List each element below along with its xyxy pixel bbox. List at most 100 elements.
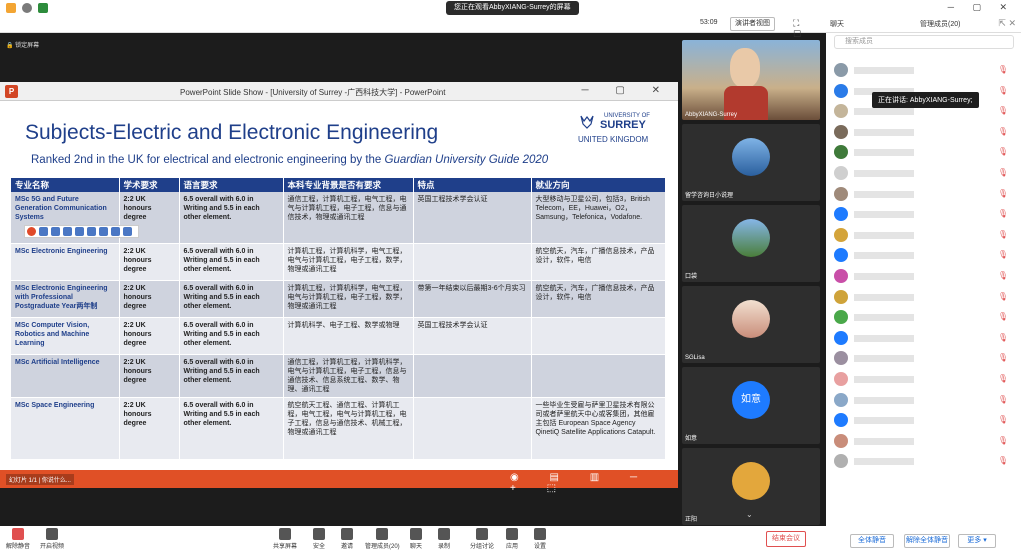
toolbar-icon [313,528,325,540]
member-row[interactable]: 🎙 [834,330,1014,345]
mic-muted-icon[interactable]: 🎙 [998,395,1008,404]
chevron-down-icon[interactable]: ⌄ [746,510,753,519]
toolbar-button[interactable]: 应用 [506,528,518,550]
toolbar-button[interactable]: 开启视频 [40,528,64,550]
keyboard-icon[interactable] [87,227,96,236]
member-row[interactable]: 🎙 [834,392,1014,407]
member-row[interactable]: 🎙 [834,166,1014,180]
member-row[interactable]: 🎙 [834,269,1014,283]
meeting-controls: 结束会议 解除静音 开启视频 共享屏幕 安全 邀请 管理成员(20) 聊天 录制 分组讨论 应用 设… [0,526,826,554]
video-tile[interactable]: 留学咨询日小说理 [682,124,820,201]
window-controls[interactable]: ─ ▢ ✕ [948,2,1015,13]
toolbar-button[interactable]: 录制 [438,528,450,550]
toolbar-label: 管理成员(20) [365,544,400,550]
member-row[interactable]: 🎙 [834,186,1014,201]
mic-muted-icon[interactable]: 🎙 [998,250,1008,259]
member-name [854,396,914,404]
end-meeting-button[interactable]: 结束会议 [766,531,806,547]
member-row[interactable]: 🎙 [834,248,1014,263]
member-search-input[interactable]: 搜索成员 [834,35,1014,49]
member-row[interactable]: 🎙 [834,145,1014,160]
eraser-icon[interactable] [99,227,108,236]
member-row[interactable]: 🎙 [834,433,1014,448]
toolbar-label: 录制 [438,544,451,550]
unmute-all-button[interactable]: 解除全体静音 [904,534,950,548]
ppt-window-controls[interactable]: ─ ▢ ✕ [582,85,672,96]
mic-muted-icon[interactable]: 🎙 [998,271,1008,280]
toolbar-button[interactable]: 分组讨论 [470,528,494,550]
member-name [854,211,914,219]
toolbar-icon [438,528,450,540]
mic-muted-icon[interactable]: 🎙 [998,106,1008,115]
toolbar-button[interactable]: 设置 [534,528,546,550]
mic-icon[interactable] [75,227,84,236]
more-button[interactable]: 更多 ▾ [958,534,996,548]
mic-muted-icon[interactable]: 🎙 [998,456,1008,465]
video-tile[interactable]: SGLisa [682,286,820,363]
mic-muted-icon[interactable]: 🎙 [998,147,1008,156]
toolbar-button[interactable]: 安全 [313,528,325,550]
shield-icon[interactable] [6,3,16,13]
speaker-view-button[interactable]: 演讲者视图 [730,17,775,31]
info-icon[interactable] [22,3,32,13]
mic-muted-icon[interactable]: 🎙 [998,127,1008,136]
mic-muted-icon[interactable]: 🎙 [998,209,1008,218]
text-icon[interactable] [63,227,72,236]
member-row[interactable]: 🎙 [834,63,1014,77]
toolbar-button[interactable]: 管理成员(20) [365,528,400,550]
tab-chat[interactable]: 聊天 [830,19,844,29]
member-row[interactable]: 🎙 [834,124,1014,139]
surrey-logo: UNIVERSITY OF SURREY UNITED KINGDOM [578,113,658,149]
mic-muted-icon[interactable]: 🎙 [998,292,1008,301]
signal-icon[interactable] [38,3,48,13]
member-row[interactable]: 🎙 [834,207,1014,222]
avatar [834,145,848,160]
table-cell: 英国工程技术学会认证 [413,317,532,355]
ppt-statusbar: 幻灯片 1/1 | 你说什么... ◉ ▤ ▥ ─ + ⬚ [0,470,678,494]
member-row[interactable]: 🎙 [834,454,1014,469]
mic-muted-icon[interactable]: 🎙 [998,436,1008,445]
toolbar-button[interactable]: 共享屏幕 [273,528,297,550]
toolbar-button[interactable]: 邀请 [341,528,353,550]
lock-screen-button[interactable]: 🔒 锁定屏幕 [6,40,39,49]
annotation-toolbar[interactable] [24,225,139,238]
panel-footer: 全体静音 解除全体静音 更多 ▾ [826,528,1021,554]
member-row[interactable]: 🎙 [834,351,1014,366]
tab-members[interactable]: 管理成员(20) [920,19,960,29]
video-tile[interactable]: AbbyXIANG-Surrey [682,40,820,120]
mute-all-button[interactable]: 全体静音 [850,534,894,548]
mic-muted-icon[interactable]: 🎙 [998,65,1008,74]
mic-muted-icon[interactable]: 🎙 [998,333,1008,342]
table-row: MSc Space Engineering 2:2 UK honours degr… [11,397,666,460]
mic-muted-icon[interactable]: 🎙 [998,374,1008,383]
avatar [834,351,848,366]
video-tile[interactable]: ⌄ 正阳 [682,448,820,525]
mic-muted-icon[interactable]: 🎙 [998,312,1008,321]
annotate-icon[interactable] [27,227,36,236]
toolbar-button[interactable]: 聊天 [410,528,422,550]
video-tile[interactable]: 口袋 [682,205,820,282]
panel-controls[interactable]: ⇱ ✕ [998,18,1016,29]
mic-muted-icon[interactable]: 🎙 [998,168,1008,177]
mic-muted-icon[interactable]: 🎙 [998,353,1008,362]
member-row[interactable]: 🎙 [834,227,1014,242]
toolbar-button[interactable]: 解除静音 [6,528,30,550]
highlight-icon[interactable] [51,227,60,236]
member-row[interactable]: 🎙 [834,289,1014,304]
grid-icon[interactable] [123,227,132,236]
table-cell: MSc Computer Vision, Robotics and Machin… [11,317,120,355]
mic-muted-icon[interactable]: 🎙 [998,86,1008,95]
mic-muted-icon[interactable]: 🎙 [998,189,1008,198]
mic-muted-icon[interactable]: 🎙 [998,230,1008,239]
video-tile[interactable]: 如意 如意 [682,367,820,444]
member-row[interactable]: 🎙 [834,372,1014,386]
avatar [732,462,770,500]
member-row[interactable]: 🎙 [834,413,1014,428]
mic-muted-icon[interactable]: 🎙 [998,415,1008,424]
view-controls[interactable]: ◉ ▤ ▥ ─ + ⬚ [510,472,678,494]
avatar [834,166,848,180]
pen-icon[interactable] [39,227,48,236]
member-row[interactable]: 🎙 [834,310,1014,325]
shirt-icon[interactable] [111,227,120,236]
slide-indicator[interactable]: 幻灯片 1/1 | 你说什么... [6,474,74,485]
